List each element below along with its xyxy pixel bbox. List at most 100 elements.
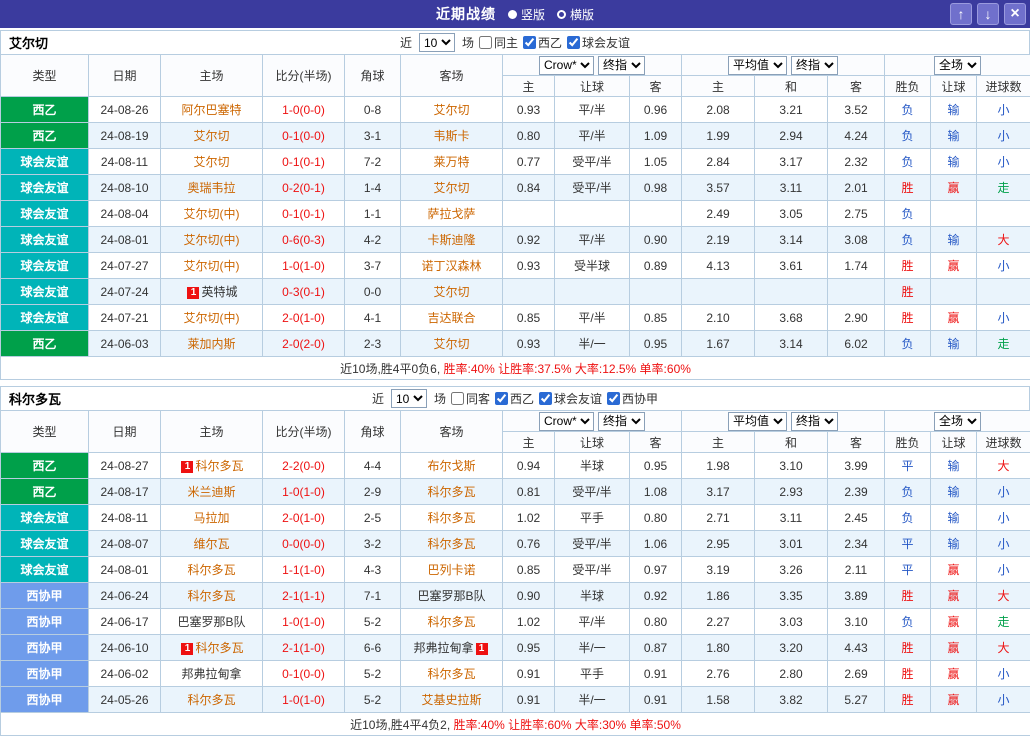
- home-team-link[interactable]: 艾尔切(中): [184, 311, 240, 325]
- summary-row: 近10场,胜4平4负2, 胜率:40% 让胜率:60% 大率:30% 单率:50…: [1, 713, 1030, 736]
- handicap: 受平/半: [555, 557, 630, 583]
- odds-home: 0.76: [503, 531, 555, 557]
- avg-odds-select[interactable]: 平均值: [728, 56, 787, 75]
- away-team-link[interactable]: 艾尔切: [433, 285, 469, 299]
- away-team-link[interactable]: 艾尔切: [433, 181, 469, 195]
- away-team-link[interactable]: 科尔多瓦: [427, 537, 475, 551]
- league-filter-checkbox[interactable]: 西乙: [523, 34, 562, 51]
- home-team-link[interactable]: 马拉加: [193, 511, 229, 525]
- match-row: 球会友谊24-07-241英特城0-3(0-1)0-0艾尔切胜: [1, 279, 1030, 305]
- home-team-link[interactable]: 科尔多瓦: [195, 459, 243, 473]
- home-team-link[interactable]: 艾尔切: [193, 129, 229, 143]
- layout-radio-vertical[interactable]: 竖版: [508, 6, 545, 23]
- away-team-link[interactable]: 吉达联合: [427, 311, 475, 325]
- home-team-link[interactable]: 巴塞罗那B队: [177, 615, 245, 629]
- away-team-link[interactable]: 萨拉戈萨: [427, 207, 475, 221]
- score: 1-1(1-0): [263, 557, 345, 583]
- home-team-link[interactable]: 邦弗拉甸拿: [181, 667, 241, 681]
- handicap-result: 输: [931, 97, 977, 123]
- away-team-cell: 吉达联合: [401, 305, 503, 331]
- home-team-link[interactable]: 科尔多瓦: [187, 693, 235, 707]
- avg-odds-select[interactable]: 终指: [791, 56, 838, 75]
- odds-away: 0.80: [630, 505, 682, 531]
- away-team-link[interactable]: 科尔多瓦: [427, 511, 475, 525]
- away-team-link[interactable]: 巴塞罗那B队: [417, 589, 485, 603]
- match-row: 球会友谊24-08-11艾尔切0-1(0-1)7-2莱万特0.77受平/半1.0…: [1, 149, 1030, 175]
- odds-source-select[interactable]: 终指: [598, 56, 645, 75]
- avg-odds-header: 平均值终指: [682, 55, 885, 76]
- away-team-link[interactable]: 诺丁汉森林: [421, 259, 481, 273]
- home-team-link[interactable]: 科尔多瓦: [187, 563, 235, 577]
- home-team-link[interactable]: 科尔多瓦: [195, 641, 243, 655]
- home-team-link[interactable]: 莱加内斯: [187, 337, 235, 351]
- league-filter-checkbox[interactable]: 球会友谊: [567, 34, 630, 51]
- away-team-link[interactable]: 艾尔切: [433, 337, 469, 351]
- away-team-cell: 科尔多瓦: [401, 479, 503, 505]
- sub-col-header: 和: [755, 432, 828, 453]
- result-scope-select[interactable]: 全场: [934, 412, 981, 431]
- away-team-link[interactable]: 布尔戈斯: [427, 459, 475, 473]
- goals-result: 大: [977, 635, 1030, 661]
- odds-source-select[interactable]: Crow*: [539, 56, 594, 75]
- odds-source-select[interactable]: Crow*: [539, 412, 594, 431]
- same-venue-checkbox[interactable]: 同客: [451, 390, 490, 407]
- league-filter-checkbox[interactable]: 西乙: [495, 390, 534, 407]
- team-section-1: 艾尔切近10场同主西乙球会友谊类型日期主场比分(半场)角球客场Crow*终指平均…: [0, 30, 1030, 380]
- handicap: [555, 201, 630, 227]
- league-type-badge: 球会友谊: [1, 175, 89, 201]
- match-count-select[interactable]: 10: [419, 33, 455, 52]
- home-team-link[interactable]: 米兰迪斯: [187, 485, 235, 499]
- match-date: 24-06-17: [89, 609, 161, 635]
- scroll-down-button[interactable]: ↓: [977, 3, 999, 25]
- home-team-link[interactable]: 科尔多瓦: [187, 589, 235, 603]
- avg-away: 3.52: [828, 97, 885, 123]
- handicap-result: 输: [931, 479, 977, 505]
- away-team-link[interactable]: 邦弗拉甸拿: [413, 641, 473, 655]
- result: 胜: [885, 635, 931, 661]
- summary-stats: 胜率:40% 让胜率:37.5% 大率:12.5% 单率:60%: [443, 362, 690, 376]
- odds-away: 0.91: [630, 687, 682, 713]
- score: 0-6(0-3): [263, 227, 345, 253]
- result-scope-select[interactable]: 全场: [934, 56, 981, 75]
- handicap: 受平/半: [555, 479, 630, 505]
- odds-source-select[interactable]: 终指: [598, 412, 645, 431]
- score: 0-3(0-1): [263, 279, 345, 305]
- title-group: 近期战绩 竖版 横版: [0, 0, 1030, 28]
- corner-score: 3-2: [345, 531, 401, 557]
- handicap: 半/一: [555, 687, 630, 713]
- league-filter-checkbox[interactable]: 球会友谊: [539, 390, 602, 407]
- home-team-link[interactable]: 阿尔巴塞特: [181, 103, 241, 117]
- avg-odds-select[interactable]: 平均值: [728, 412, 787, 431]
- away-team-link[interactable]: 卡斯迪隆: [427, 233, 475, 247]
- home-team-link[interactable]: 艾尔切(中): [184, 233, 240, 247]
- away-team-link[interactable]: 艾尔切: [433, 103, 469, 117]
- close-button[interactable]: ×: [1004, 3, 1026, 25]
- away-team-link[interactable]: 科尔多瓦: [427, 667, 475, 681]
- scroll-up-button[interactable]: ↑: [950, 3, 972, 25]
- handicap-result: 赢: [931, 661, 977, 687]
- home-team-link[interactable]: 英特城: [201, 285, 237, 299]
- layout-radio-horizontal[interactable]: 横版: [557, 6, 594, 23]
- sub-col-header: 进球数: [977, 432, 1030, 453]
- away-team-link[interactable]: 巴列卡诺: [427, 563, 475, 577]
- avg-draw: 3.14: [755, 227, 828, 253]
- away-team-link[interactable]: 韦斯卡: [433, 129, 469, 143]
- avg-home: 1.58: [682, 687, 755, 713]
- away-team-link[interactable]: 科尔多瓦: [427, 615, 475, 629]
- avg-odds-select[interactable]: 终指: [791, 412, 838, 431]
- home-team-link[interactable]: 维尔瓦: [193, 537, 229, 551]
- home-team-link[interactable]: 艾尔切(中): [184, 259, 240, 273]
- home-team-link[interactable]: 艾尔切: [193, 155, 229, 169]
- home-team-link[interactable]: 奥瑞韦拉: [187, 181, 235, 195]
- away-team-link[interactable]: 艾基史拉斯: [421, 693, 481, 707]
- league-filter-checkbox[interactable]: 西协甲: [607, 390, 658, 407]
- handicap: 平手: [555, 505, 630, 531]
- match-row: 球会友谊24-08-01艾尔切(中)0-6(0-3)4-2卡斯迪隆0.92平/半…: [1, 227, 1030, 253]
- home-team-link[interactable]: 艾尔切(中): [184, 207, 240, 221]
- result: 平: [885, 557, 931, 583]
- score: 0-2(0-1): [263, 175, 345, 201]
- same-venue-checkbox[interactable]: 同主: [479, 34, 518, 51]
- match-count-select[interactable]: 10: [391, 389, 427, 408]
- away-team-link[interactable]: 莱万特: [433, 155, 469, 169]
- away-team-link[interactable]: 科尔多瓦: [427, 485, 475, 499]
